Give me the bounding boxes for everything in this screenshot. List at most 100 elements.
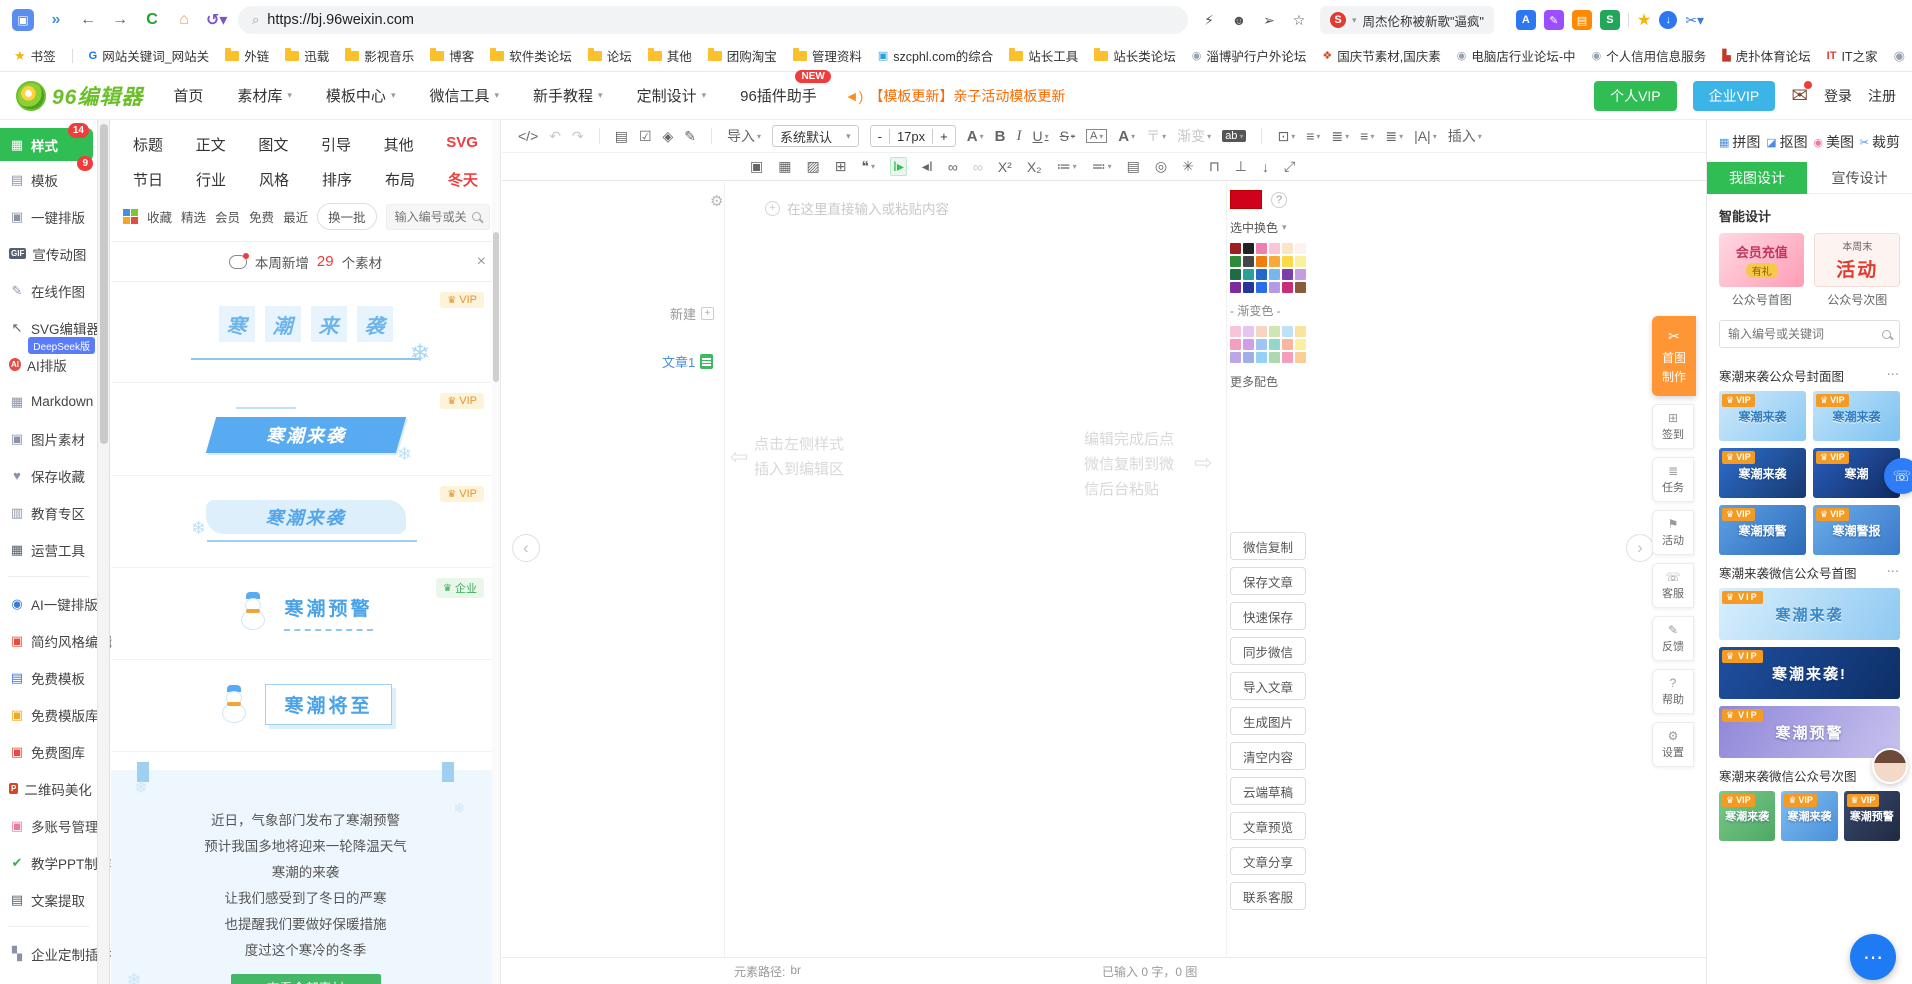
style-search-input[interactable] [395,210,466,224]
gear-icon[interactable]: ⚙ [710,192,723,210]
bookmark-item[interactable]: 站长类论坛 [1094,46,1176,65]
filter-收藏[interactable]: 收藏 [147,207,172,226]
indent-icon[interactable]: ≣▾ [1331,128,1349,145]
import-menu[interactable]: 导入▾ [727,126,761,146]
color-swatch[interactable] [1269,243,1280,254]
color-swatch[interactable] [1243,256,1254,267]
sidebar-item-二维码美化[interactable]: P二维码美化 [0,770,97,807]
html-source-icon[interactable]: </> [518,128,538,144]
color-swatch[interactable] [1282,243,1293,254]
action-button-联系客服[interactable]: 联系客服 [1230,882,1306,910]
design-thumbnail[interactable]: ♛VIP寒潮来袭 [1719,391,1806,441]
link-icon[interactable]: ∞ [948,159,958,175]
design-tab-抠图[interactable]: ◪抠图 [1766,132,1807,152]
insert-menu[interactable]: 插入▾ [1448,126,1482,146]
action-button-清空内容[interactable]: 清空内容 [1230,742,1306,770]
view-all-styles-button[interactable]: 查看全部素材 [231,974,381,984]
action-button-保存文章[interactable]: 保存文章 [1230,567,1306,595]
reader-icon[interactable]: ☻ [1230,12,1248,28]
gradient-swatch[interactable] [1256,339,1267,350]
bookmark-item[interactable]: 论坛 [588,46,632,65]
category-标题[interactable]: 标题 [133,134,163,155]
font-size-minus[interactable]: - [871,129,889,144]
editor-canvas[interactable]: + 在这里直接输入或粘贴内容 [724,182,1227,957]
sidebar-item-保存收藏[interactable]: ♥保存收藏 [0,457,97,494]
color-swatch[interactable] [1243,269,1254,280]
smart-design-card[interactable]: 会员充值有礼 [1719,233,1804,287]
nav-item-微信工具[interactable]: 微信工具▾ [429,85,499,106]
letter-spacing-icon[interactable]: |A|▾ [1414,128,1437,144]
bookmark-item[interactable]: 其他 [648,46,692,65]
sidebar-item-简约风格编辑[interactable]: ▣简约风格编辑 [0,622,97,659]
action-button-同步微信[interactable]: 同步微信 [1230,637,1306,665]
category-节日[interactable]: 节日 [133,169,163,190]
action-button-文章分享[interactable]: 文章分享 [1230,847,1306,875]
category-布局[interactable]: 布局 [385,169,415,190]
cover-maker-tab[interactable]: ✂ 首图制作 [1652,316,1696,396]
color-swatch[interactable] [1269,282,1280,293]
bookmarks-root[interactable]: ★ 书签 [14,46,56,65]
bookmark-item[interactable]: 影视音乐 [345,46,414,65]
nav-item-首页[interactable]: 首页 [173,85,203,106]
color-swatch[interactable] [1230,282,1241,293]
color-swatch[interactable] [1295,256,1306,267]
float-tab-客服[interactable]: ☏客服 [1652,563,1694,608]
font-family-select[interactable]: 系统默认▾ [772,125,859,147]
sidebar-item-一键排版[interactable]: ▣一键排版 [0,198,97,235]
bold-icon[interactable]: B [995,128,1006,145]
italic-icon[interactable]: I [1016,128,1021,145]
more-icon[interactable]: ⋯ [1887,563,1901,582]
category-SVG[interactable]: SVG [446,134,478,155]
style-item[interactable]: ♛VIP寒潮来袭❄ [111,282,500,383]
bookmark-item[interactable]: ◉个人信用信息服务 [1592,46,1707,65]
tab-my-design[interactable]: 我图设计 [1707,162,1807,194]
design-thumbnail[interactable]: ♛VIP寒潮来袭 [1719,588,1900,640]
extension-edit-icon[interactable]: ✎ [1544,10,1564,30]
register-link[interactable]: 注册 [1868,86,1896,106]
gradient-swatch[interactable] [1282,326,1293,337]
eraser-icon[interactable]: ◈ [663,128,674,145]
filter-精选[interactable]: 精选 [181,207,206,226]
bookmark-item[interactable]: 管理资料 [793,46,862,65]
style-item[interactable]: ♛VIP寒潮来袭❄ [111,383,500,476]
line-height-icon[interactable]: ≡▾ [1306,128,1320,144]
tab-promo-design[interactable]: 宣传设计 [1807,162,1912,194]
sidebar-item-教学PPT制作[interactable]: ✔教学PPT制作 [0,844,97,881]
align-icon[interactable]: ≣▾ [1385,128,1403,145]
subscript-icon[interactable]: X₂ [1027,159,1042,175]
bookmark-item[interactable]: ▙虎扑体育论坛 [1722,46,1810,65]
superscript-icon[interactable]: X² [998,159,1012,175]
color-swatch[interactable] [1282,282,1293,293]
undo-icon[interactable]: ↶ [549,128,561,145]
refresh-batch-button[interactable]: 换一批 [317,203,377,230]
anchor-icon[interactable]: ⊥ [1235,158,1247,175]
sidebar-item-教育专区[interactable]: ▥教育专区 [0,494,97,531]
design-thumbnail[interactable]: ♛VIP寒潮预警 [1844,791,1900,841]
sidebar-item-图片素材[interactable]: ▣图片素材 [0,420,97,457]
windows-colors-icon[interactable] [123,209,138,224]
gradient-swatch[interactable] [1230,326,1241,337]
category-冬天[interactable]: 冬天 [448,169,478,190]
nav-item-素材库[interactable]: 素材库▾ [237,85,292,106]
bookmark-item[interactable]: 团购淘宝 [708,46,777,65]
design-thumbnail[interactable]: ♛VIP寒潮预警 [1719,706,1900,758]
sidebar-item-多账号管理[interactable]: ▣多账号管理 [0,807,97,844]
gradient-swatch[interactable] [1269,339,1280,350]
back-icon[interactable]: ← [78,11,98,29]
action-button-导入文章[interactable]: 导入文章 [1230,672,1306,700]
address-bar[interactable]: ⌕ https://bj.96weixin.com [238,6,1188,34]
gradient-swatch[interactable] [1282,339,1293,350]
design-thumbnail[interactable]: ♛VIP寒潮警报 [1813,505,1900,555]
unlink-icon[interactable]: ∞ [973,159,983,175]
color-swatch[interactable] [1243,243,1254,254]
bookmark-add-icon[interactable]: ☆ [1290,12,1308,29]
login-link[interactable]: 登录 [1824,86,1852,106]
gradient-swatch[interactable] [1243,326,1254,337]
extension-translate-icon[interactable]: A [1516,10,1536,30]
image-icon[interactable]: ▣ [750,158,763,175]
globe-icon[interactable]: ◉ [1894,48,1905,64]
personal-vip-button[interactable]: 个人VIP [1594,81,1677,111]
chat-service-button[interactable]: ⋯ [1850,934,1896,980]
paste-icon[interactable]: ▤ [1127,158,1140,175]
ordered-list-icon[interactable]: ≔▾ [1057,158,1077,175]
